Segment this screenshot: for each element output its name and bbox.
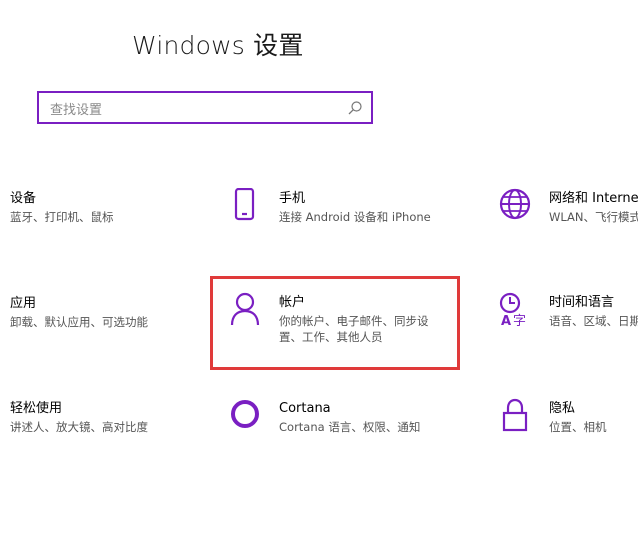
tile-cortana-text: Cortana Cortana 语言、权限、通知 — [279, 400, 420, 436]
svg-text:字: 字 — [513, 314, 526, 328]
tile-devices[interactable]: 设备 蓝牙、打印机、鼠标 — [10, 190, 250, 270]
tile-title: 设备 — [10, 191, 37, 206]
tile-time-language-text: 时间和语言 语音、区域、日期 — [549, 294, 638, 330]
tile-title: 轻松使用 — [10, 401, 63, 416]
tile-time-language[interactable]: A 字 时间和语言 语音、区域、日期 — [498, 292, 638, 372]
tile-network-text: 网络和 Internet WLAN、飞行模式、VPN — [549, 190, 638, 226]
tile-network[interactable]: 网络和 Internet WLAN、飞行模式、VPN — [498, 188, 638, 268]
search-placeholder: 查找设置 — [50, 103, 103, 118]
tile-desc: Cortana 语言、权限、通知 — [279, 420, 421, 434]
tile-apps-text: 应用 卸载、默认应用、可选功能 — [10, 295, 148, 331]
tile-ease-of-access[interactable]: 轻松使用 讲述人、放大镜、高对比度 — [10, 400, 250, 480]
globe-icon — [499, 188, 531, 220]
tile-privacy[interactable]: 隐私 位置、相机 — [498, 398, 638, 478]
tile-title: Cortana — [279, 401, 331, 416]
phone-icon — [234, 188, 255, 221]
tile-desc: 卸载、默认应用、可选功能 — [10, 315, 148, 329]
tile-desc: 位置、相机 — [549, 420, 607, 434]
tile-cortana[interactable]: Cortana Cortana 语言、权限、通知 — [228, 398, 468, 478]
tile-title: 隐私 — [549, 401, 576, 416]
tile-title: 应用 — [10, 296, 37, 311]
tile-title: 网络和 Internet — [549, 191, 638, 206]
search-input[interactable]: 查找设置 — [37, 91, 373, 124]
svg-text:A: A — [501, 314, 511, 328]
tile-title: 时间和语言 — [549, 295, 615, 310]
tile-desc: WLAN、飞行模式、VPN — [549, 210, 638, 224]
tile-ease-of-access-text: 轻松使用 讲述人、放大镜、高对比度 — [10, 400, 148, 436]
page-title: Windows 设置 — [132, 31, 304, 60]
tile-phone-text: 手机 连接 Android 设备和 iPhone — [279, 190, 431, 226]
tile-privacy-text: 隐私 位置、相机 — [549, 400, 607, 436]
settings-window: Windows 设置 查找设置 设备 蓝牙、打印机、鼠标 手机 连接 Andro… — [0, 0, 638, 541]
tile-desc: 讲述人、放大镜、高对比度 — [10, 420, 148, 434]
tile-phone[interactable]: 手机 连接 Android 设备和 iPhone — [228, 188, 468, 268]
tile-desc: 语音、区域、日期 — [549, 314, 638, 328]
selection-highlight — [210, 276, 460, 370]
tile-desc: 蓝牙、打印机、鼠标 — [10, 210, 114, 224]
tile-desc: 连接 Android 设备和 iPhone — [279, 210, 431, 224]
tile-title: 手机 — [279, 191, 306, 206]
cortana-icon — [231, 400, 259, 428]
tile-devices-text: 设备 蓝牙、打印机、鼠标 — [10, 190, 114, 226]
search-icon[interactable] — [347, 100, 363, 116]
time-language-icon: A 字 — [499, 292, 526, 328]
lock-icon — [502, 398, 528, 432]
